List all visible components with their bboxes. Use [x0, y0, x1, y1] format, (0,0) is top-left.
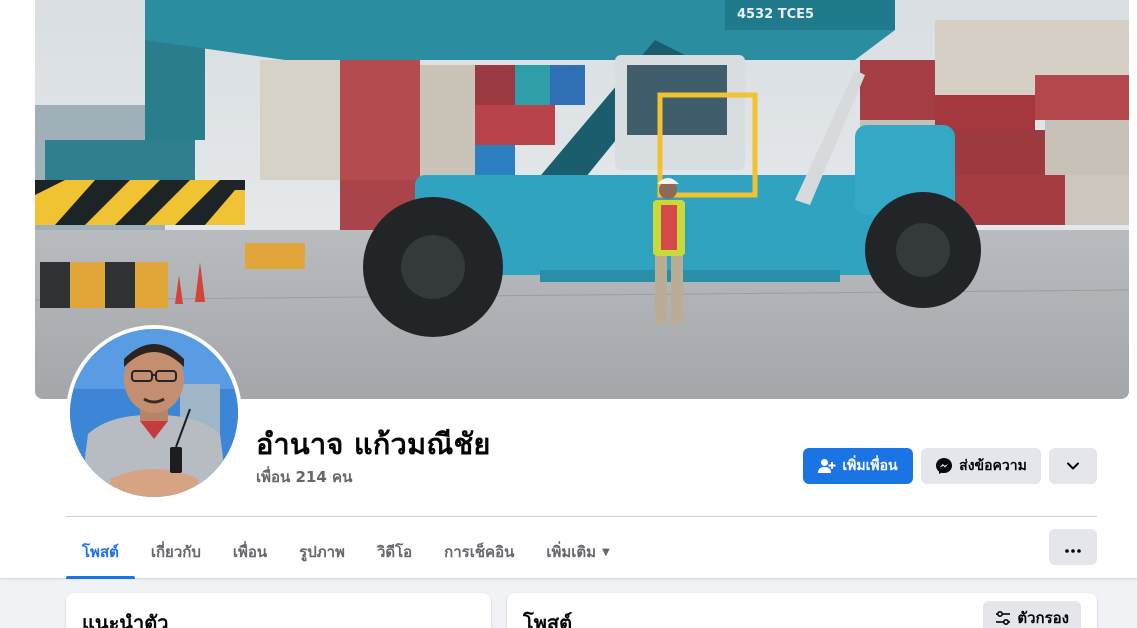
intro-title: แนะนำตัว [82, 611, 169, 628]
tab-videos[interactable]: วิดีโอ [361, 526, 428, 578]
more-options-button[interactable] [1049, 529, 1097, 565]
message-button[interactable]: ส่งข้อความ [921, 448, 1041, 484]
add-friend-button[interactable]: เพิ่มเพื่อน [803, 448, 913, 484]
profile-tabs: โพสต์ เกี่ยวกับ เพื่อน รูปภาพ วิดีโอ การ… [66, 526, 626, 579]
tab-label: เกี่ยวกับ [150, 543, 201, 561]
message-label: ส่งข้อความ [959, 458, 1027, 474]
tab-label: โพสต์ [82, 543, 119, 561]
tab-about[interactable]: เกี่ยวกับ [135, 526, 217, 578]
profile-header: 4532 TCE5 อำนาจ แก้วมณีชัย เพื่อน 214 คน… [0, 0, 1137, 579]
tab-friends[interactable]: เพื่อน [217, 526, 283, 578]
avatar [70, 329, 238, 497]
tab-checkins[interactable]: การเช็คอิน [428, 526, 530, 578]
filter-label: ตัวกรอง [1017, 609, 1069, 627]
tab-photos[interactable]: รูปภาพ [283, 526, 361, 578]
chevron-down-icon [1067, 458, 1079, 474]
tab-posts[interactable]: โพสต์ [66, 526, 135, 579]
ellipsis-icon [1065, 538, 1081, 557]
profile-page: 4532 TCE5 อำนาจ แก้วมณีชัย เพื่อน 214 คน… [0, 0, 1137, 628]
intro-card: แนะนำตัว [66, 593, 491, 628]
profile-picture[interactable] [66, 325, 242, 501]
tab-more[interactable]: เพิ่มเติม ▼ [530, 526, 625, 578]
profile-options-button[interactable] [1049, 448, 1097, 484]
profile-name: อำนาจ แก้วมณีชัย [256, 427, 491, 461]
person-add-icon [818, 458, 836, 474]
header-divider [66, 516, 1097, 517]
caret-down-icon: ▼ [602, 546, 610, 558]
tab-label: รูปภาพ [299, 543, 345, 561]
friends-count[interactable]: เพื่อน 214 คน [256, 465, 352, 489]
tab-label: วิดีโอ [376, 543, 413, 561]
tab-label: เพิ่มเติม [546, 543, 597, 561]
add-friend-label: เพิ่มเพื่อน [842, 458, 898, 474]
tab-label: เพื่อน [232, 543, 268, 561]
posts-title: โพสต์ [523, 611, 573, 628]
tab-label: การเช็คอิน [444, 543, 515, 561]
messenger-icon [935, 457, 953, 475]
posts-card: โพสต์ ตัวกรอง [507, 593, 1097, 628]
filter-button[interactable]: ตัวกรอง [983, 601, 1081, 628]
filter-icon [995, 611, 1011, 625]
avatar-illustration [70, 329, 238, 497]
vehicle-number-text: 4532 TCE5 [737, 7, 814, 22]
